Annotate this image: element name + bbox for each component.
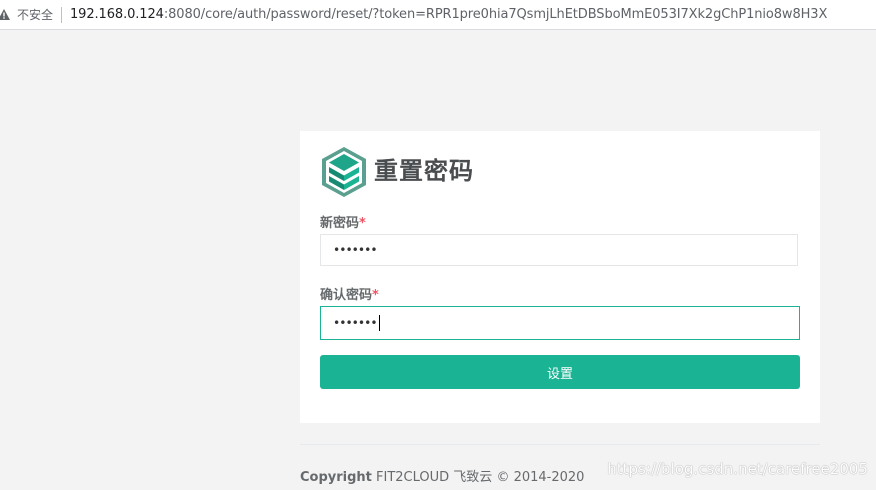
submit-button[interactable]: 设置 — [320, 355, 800, 389]
copyright-bold: Copyright — [300, 470, 372, 485]
confirm-password-label-text: 确认密码 — [320, 288, 373, 303]
copyright-text: FIT2CLOUD 飞致云 © 2014-2020 — [371, 470, 585, 485]
url-text[interactable]: 192.168.0.124:8080/core/auth/password/re… — [70, 7, 827, 22]
footer-divider — [300, 444, 820, 445]
security-label[interactable]: 不安全 — [17, 6, 53, 23]
url-host: 192.168.0.124 — [70, 7, 164, 22]
reset-password-card: 重置密码 新密码* ••••••• 确认密码* ••••••• 设置 — [300, 131, 820, 423]
new-password-label: 新密码* — [320, 212, 366, 231]
confirm-password-value: ••••••• — [333, 316, 378, 330]
confirm-password-label: 确认密码* — [320, 284, 379, 303]
required-mark: * — [359, 216, 366, 231]
text-caret — [378, 315, 380, 331]
new-password-label-text: 新密码 — [320, 216, 360, 231]
warning-icon[interactable] — [0, 8, 11, 22]
footer-copyright: Copyright FIT2CLOUD 飞致云 © 2014-2020 — [300, 466, 584, 485]
page-title: 重置密码 — [374, 157, 474, 185]
confirm-password-input[interactable]: ••••••• — [320, 306, 800, 340]
address-bar[interactable]: 不安全 192.168.0.124:8080/core/auth/passwor… — [0, 0, 876, 30]
url-path: :8080/core/auth/password/reset/?token=RP… — [163, 7, 828, 22]
required-mark: * — [372, 288, 379, 303]
watermark: https://blog.csdn.net/carefree2005 — [607, 460, 868, 478]
address-separator — [61, 6, 63, 23]
new-password-input[interactable]: ••••••• — [320, 234, 798, 266]
new-password-value: ••••••• — [333, 243, 378, 257]
fit2cloud-logo-icon — [322, 147, 366, 197]
